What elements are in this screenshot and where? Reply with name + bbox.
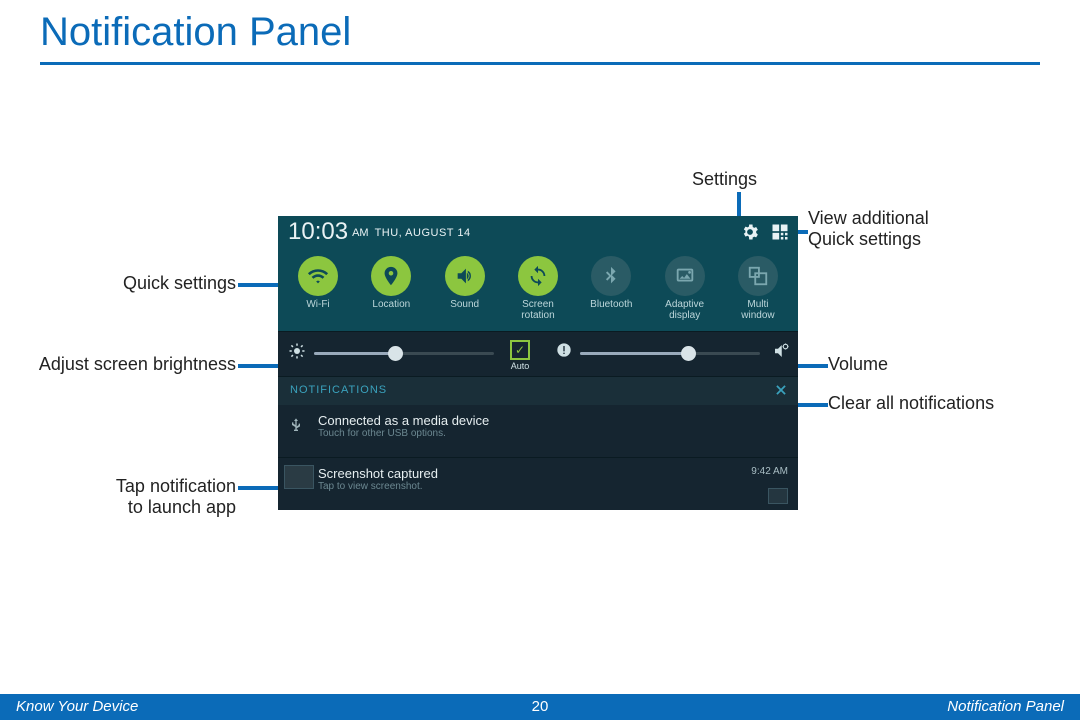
usb-icon (288, 415, 304, 438)
quick-setting-label: Wi-Fi (284, 300, 352, 311)
callout-lead (238, 364, 282, 368)
quick-setting-sound[interactable]: Sound (431, 256, 499, 321)
title-divider (40, 62, 1040, 65)
screenshot-thumb-icon (284, 465, 314, 489)
notifications-header: NOTIFICATIONS (278, 376, 798, 405)
quick-setting-adaptive[interactable]: Adaptivedisplay (651, 256, 719, 321)
callout-volume: Volume (828, 354, 888, 375)
notification-subtitle: Tap to view screenshot. (318, 481, 786, 492)
volume-slider[interactable] (580, 346, 760, 360)
brightness-icon (288, 342, 306, 363)
auto-label: Auto (510, 361, 530, 371)
quick-settings-grid-icon[interactable] (770, 222, 790, 242)
quick-setting-label: Location (357, 300, 425, 311)
notifications-header-title: NOTIFICATIONS (290, 384, 387, 396)
page-title: Notification Panel (40, 10, 351, 55)
footer-page-number: 20 (0, 698, 1080, 715)
quick-setting-bluetooth[interactable]: Bluetooth (577, 256, 645, 321)
status-bar-actions (740, 222, 790, 242)
close-icon (774, 383, 788, 397)
clock-time: 10:03 (288, 218, 348, 245)
quick-settings-row: Wi-Fi Location Sound Screenrotation Bluetoot… (278, 250, 798, 331)
volume-settings-icon[interactable] (772, 342, 790, 363)
callout-text-line2: Quick settings (808, 229, 929, 250)
volume-alert-icon (556, 342, 572, 361)
slider-thumb[interactable] (388, 346, 403, 361)
quick-setting-label: Screenrotation (504, 300, 572, 321)
callout-brightness: Adjust screen brightness (30, 354, 236, 375)
notification-subtitle: Touch for other USB options. (318, 428, 786, 439)
quick-setting-label: Multiwindow (724, 300, 792, 321)
callout-lead (238, 486, 282, 490)
notification-item[interactable]: Connected as a media deviceTouch for oth… (278, 405, 798, 458)
page-footer: Know Your Device 20 Notification Panel (0, 694, 1080, 720)
wifi-icon (298, 256, 338, 296)
callout-text-line1: View additional (808, 208, 929, 229)
slider-fill (580, 352, 688, 355)
sliders-row: ✓ Auto (278, 331, 798, 376)
auto-brightness-toggle[interactable]: ✓ Auto (510, 340, 530, 371)
notifications-list: Connected as a media deviceTouch for oth… (278, 405, 798, 510)
clock-date: THU, AUGUST 14 (375, 227, 471, 239)
notification-title: Screenshot captured (318, 466, 786, 481)
notification-panel: 10:03 AM THU, AUGUST 14 Wi-Fi Location Sound… (278, 216, 798, 510)
notification-item[interactable]: Screenshot capturedTap to view screensho… (278, 458, 798, 510)
quick-setting-label: Adaptivedisplay (651, 300, 719, 321)
slider-thumb[interactable] (681, 346, 696, 361)
quick-setting-multiwindow[interactable]: Multiwindow (724, 256, 792, 321)
image-icon (768, 488, 788, 504)
quick-setting-rotation[interactable]: Screenrotation (504, 256, 572, 321)
status-clock: 10:03 AM THU, AUGUST 14 (288, 218, 471, 246)
quick-setting-label: Sound (431, 300, 499, 311)
adaptive-icon (665, 256, 705, 296)
multiwindow-icon (738, 256, 778, 296)
callout-lead (796, 364, 828, 368)
callout-clear-notifications: Clear all notifications (828, 393, 994, 414)
brightness-slider[interactable] (314, 346, 494, 360)
settings-icon[interactable] (740, 222, 760, 242)
clear-all-button[interactable] (774, 383, 788, 401)
callout-view-additional: View additional Quick settings (808, 208, 929, 249)
rotation-icon (518, 256, 558, 296)
status-bar: 10:03 AM THU, AUGUST 14 (278, 216, 798, 250)
quick-setting-wifi[interactable]: Wi-Fi (284, 256, 352, 321)
notification-title: Connected as a media device (318, 413, 786, 428)
callout-quick-settings: Quick settings (58, 273, 236, 294)
clock-ampm: AM (352, 227, 369, 239)
quick-setting-location[interactable]: Location (357, 256, 425, 321)
notification-time: 9:42 AM (751, 466, 788, 477)
bluetooth-icon (591, 256, 631, 296)
callout-tap-notification: Tap notification to launch app (94, 476, 236, 517)
callout-text-line2: to launch app (94, 497, 236, 518)
checkbox-icon: ✓ (510, 340, 530, 360)
callout-text-line1: Tap notification (94, 476, 236, 497)
callout-settings: Settings (692, 169, 757, 190)
sound-icon (445, 256, 485, 296)
slider-fill (314, 352, 395, 355)
location-icon (371, 256, 411, 296)
footer-topic: Notification Panel (947, 698, 1064, 715)
quick-setting-label: Bluetooth (577, 300, 645, 311)
